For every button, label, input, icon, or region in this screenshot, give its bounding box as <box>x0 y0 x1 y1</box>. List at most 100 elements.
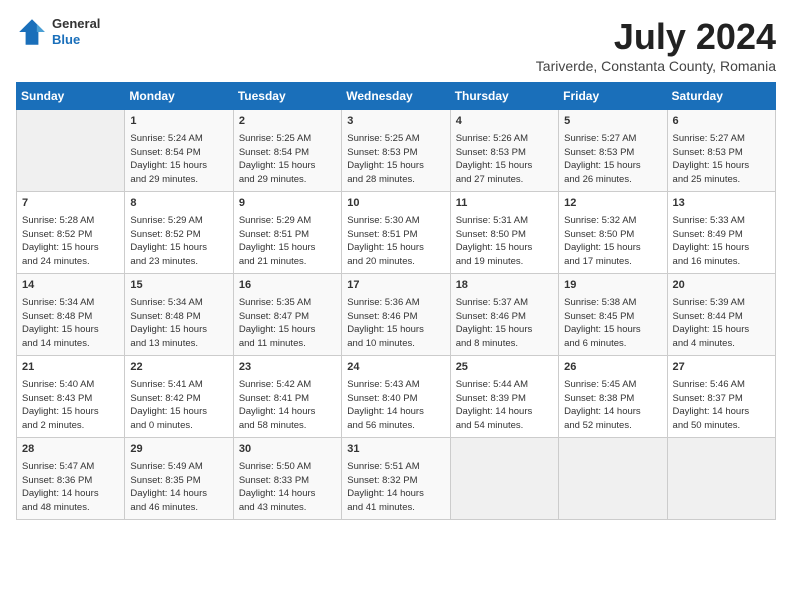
calendar-cell: 27Sunrise: 5:46 AMSunset: 8:37 PMDayligh… <box>667 356 775 438</box>
cell-info: Daylight: 15 hours <box>239 159 336 173</box>
cell-info: and 19 minutes. <box>456 255 553 269</box>
day-header-sunday: Sunday <box>17 83 125 110</box>
cell-info: Sunrise: 5:39 AM <box>673 296 770 310</box>
calendar-cell: 21Sunrise: 5:40 AMSunset: 8:43 PMDayligh… <box>17 356 125 438</box>
cell-info: Sunset: 8:32 PM <box>347 474 444 488</box>
cell-info: Daylight: 15 hours <box>456 159 553 173</box>
cell-info: Daylight: 15 hours <box>456 323 553 337</box>
logo: General Blue <box>16 16 100 48</box>
logo-text: General Blue <box>52 16 100 47</box>
cell-info: and 28 minutes. <box>347 173 444 187</box>
cell-info: Daylight: 14 hours <box>347 487 444 501</box>
cell-info: Sunset: 8:47 PM <box>239 310 336 324</box>
cell-info: Sunrise: 5:41 AM <box>130 378 227 392</box>
calendar-cell: 15Sunrise: 5:34 AMSunset: 8:48 PMDayligh… <box>125 274 233 356</box>
cell-info: Sunset: 8:36 PM <box>22 474 119 488</box>
cell-info: Daylight: 14 hours <box>130 487 227 501</box>
cell-info: and 16 minutes. <box>673 255 770 269</box>
calendar-cell: 9Sunrise: 5:29 AMSunset: 8:51 PMDaylight… <box>233 192 341 274</box>
calendar-header: SundayMondayTuesdayWednesdayThursdayFrid… <box>17 83 776 110</box>
day-number: 29 <box>130 442 227 458</box>
day-number: 11 <box>456 196 553 212</box>
cell-info: Daylight: 15 hours <box>22 405 119 419</box>
calendar-cell <box>17 110 125 192</box>
cell-info: Daylight: 15 hours <box>130 323 227 337</box>
calendar-cell: 18Sunrise: 5:37 AMSunset: 8:46 PMDayligh… <box>450 274 558 356</box>
cell-info: Daylight: 15 hours <box>347 323 444 337</box>
cell-info: and 52 minutes. <box>564 419 661 433</box>
cell-info: and 50 minutes. <box>673 419 770 433</box>
calendar-cell <box>667 438 775 520</box>
cell-info: Sunset: 8:46 PM <box>347 310 444 324</box>
calendar-cell: 23Sunrise: 5:42 AMSunset: 8:41 PMDayligh… <box>233 356 341 438</box>
calendar-cell: 10Sunrise: 5:30 AMSunset: 8:51 PMDayligh… <box>342 192 450 274</box>
cell-info: Sunrise: 5:42 AM <box>239 378 336 392</box>
week-row-3: 14Sunrise: 5:34 AMSunset: 8:48 PMDayligh… <box>17 274 776 356</box>
cell-info: Daylight: 15 hours <box>239 241 336 255</box>
day-number: 17 <box>347 278 444 294</box>
cell-info: Sunset: 8:52 PM <box>130 228 227 242</box>
cell-info: Daylight: 15 hours <box>673 323 770 337</box>
month-title: July 2024 <box>536 16 776 58</box>
calendar-cell: 5Sunrise: 5:27 AMSunset: 8:53 PMDaylight… <box>559 110 667 192</box>
day-number: 31 <box>347 442 444 458</box>
cell-info: Sunset: 8:40 PM <box>347 392 444 406</box>
cell-info: Sunset: 8:43 PM <box>22 392 119 406</box>
cell-info: Sunrise: 5:45 AM <box>564 378 661 392</box>
cell-info: and 54 minutes. <box>456 419 553 433</box>
cell-info: Sunset: 8:48 PM <box>22 310 119 324</box>
cell-info: and 58 minutes. <box>239 419 336 433</box>
calendar-cell: 6Sunrise: 5:27 AMSunset: 8:53 PMDaylight… <box>667 110 775 192</box>
cell-info: Daylight: 14 hours <box>22 487 119 501</box>
calendar-cell: 7Sunrise: 5:28 AMSunset: 8:52 PMDaylight… <box>17 192 125 274</box>
cell-info: Daylight: 15 hours <box>130 241 227 255</box>
day-number: 1 <box>130 114 227 130</box>
cell-info: and 11 minutes. <box>239 337 336 351</box>
cell-info: Sunset: 8:54 PM <box>130 146 227 160</box>
cell-info: Daylight: 14 hours <box>456 405 553 419</box>
cell-info: Sunrise: 5:25 AM <box>347 132 444 146</box>
day-number: 12 <box>564 196 661 212</box>
week-row-2: 7Sunrise: 5:28 AMSunset: 8:52 PMDaylight… <box>17 192 776 274</box>
day-number: 21 <box>22 360 119 376</box>
cell-info: Sunset: 8:53 PM <box>347 146 444 160</box>
cell-info: and 20 minutes. <box>347 255 444 269</box>
calendar-cell: 1Sunrise: 5:24 AMSunset: 8:54 PMDaylight… <box>125 110 233 192</box>
cell-info: Daylight: 15 hours <box>130 405 227 419</box>
day-number: 23 <box>239 360 336 376</box>
cell-info: Sunset: 8:37 PM <box>673 392 770 406</box>
cell-info: Sunset: 8:39 PM <box>456 392 553 406</box>
cell-info: Sunset: 8:54 PM <box>239 146 336 160</box>
calendar-cell: 25Sunrise: 5:44 AMSunset: 8:39 PMDayligh… <box>450 356 558 438</box>
cell-info: Daylight: 15 hours <box>239 323 336 337</box>
cell-info: Sunrise: 5:44 AM <box>456 378 553 392</box>
cell-info: Daylight: 15 hours <box>564 241 661 255</box>
day-number: 9 <box>239 196 336 212</box>
cell-info: Sunset: 8:53 PM <box>673 146 770 160</box>
day-number: 26 <box>564 360 661 376</box>
day-number: 20 <box>673 278 770 294</box>
cell-info: and 27 minutes. <box>456 173 553 187</box>
day-header-monday: Monday <box>125 83 233 110</box>
calendar-cell: 26Sunrise: 5:45 AMSunset: 8:38 PMDayligh… <box>559 356 667 438</box>
calendar-cell: 29Sunrise: 5:49 AMSunset: 8:35 PMDayligh… <box>125 438 233 520</box>
day-number: 28 <box>22 442 119 458</box>
cell-info: Daylight: 15 hours <box>130 159 227 173</box>
cell-info: Daylight: 15 hours <box>347 159 444 173</box>
day-number: 27 <box>673 360 770 376</box>
logo-general: General <box>52 16 100 32</box>
calendar-cell: 14Sunrise: 5:34 AMSunset: 8:48 PMDayligh… <box>17 274 125 356</box>
cell-info: and 6 minutes. <box>564 337 661 351</box>
cell-info: and 10 minutes. <box>347 337 444 351</box>
cell-info: Sunrise: 5:47 AM <box>22 460 119 474</box>
cell-info: Sunset: 8:44 PM <box>673 310 770 324</box>
cell-info: and 14 minutes. <box>22 337 119 351</box>
cell-info: and 43 minutes. <box>239 501 336 515</box>
calendar-cell: 20 Sunrise: 5:39 AMSunset: 8:44 PMDayligh… <box>667 274 775 356</box>
day-number: 15 <box>130 278 227 294</box>
cell-info: and 0 minutes. <box>130 419 227 433</box>
cell-info: Sunset: 8:50 PM <box>456 228 553 242</box>
calendar-cell: 2Sunrise: 5:25 AMSunset: 8:54 PMDaylight… <box>233 110 341 192</box>
cell-info: Sunset: 8:45 PM <box>564 310 661 324</box>
cell-info: Sunset: 8:41 PM <box>239 392 336 406</box>
